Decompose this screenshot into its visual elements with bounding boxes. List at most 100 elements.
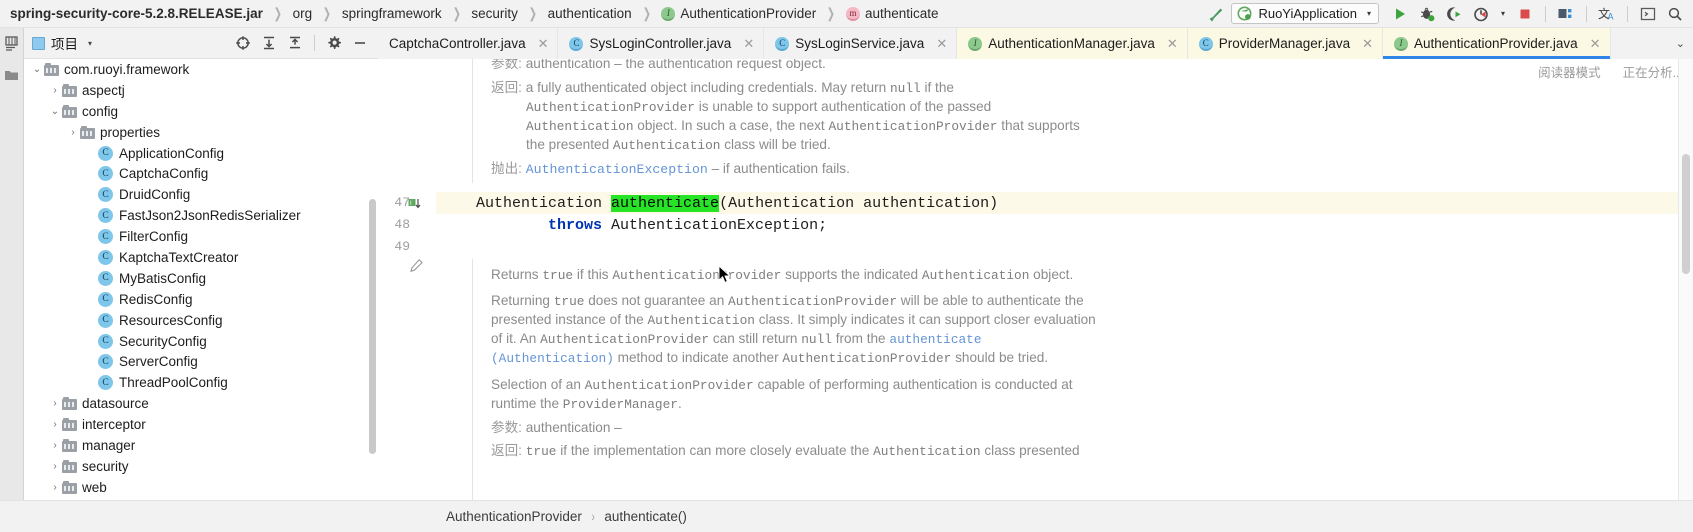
tab-sys-login-service[interactable]: C SysLoginService.java ✕: [764, 28, 958, 59]
editor-scrollbar-thumb[interactable]: [1682, 154, 1690, 274]
build-hammer-icon[interactable]: [1204, 3, 1228, 25]
tree-node-label: interceptor: [82, 417, 146, 433]
tree-node-redisconfig[interactable]: C RedisConfig: [24, 289, 378, 310]
tree-node-captchaconfig[interactable]: C CaptchaConfig: [24, 163, 378, 184]
close-icon[interactable]: ✕: [743, 36, 754, 52]
tree-node-fastjson2jsonredisserializer[interactable]: C FastJson2JsonRedisSerializer: [24, 205, 378, 226]
tree-node-threadpoolconfig[interactable]: C ThreadPoolConfig: [24, 372, 378, 393]
close-icon[interactable]: ✕: [1590, 36, 1601, 52]
class-icon: C: [98, 375, 113, 391]
run-with-coverage-icon[interactable]: [1442, 3, 1466, 25]
tree-node-label: ThreadPoolConfig: [119, 375, 228, 391]
breadcrumb-item-org[interactable]: org: [293, 6, 313, 21]
package-icon: [62, 418, 77, 432]
search-icon[interactable]: [1663, 3, 1687, 25]
breadcrumb-item-springframework[interactable]: springframework: [342, 6, 442, 21]
tree-node-config[interactable]: ⌄ config: [24, 101, 378, 122]
project-header-actions: [231, 32, 372, 54]
javadoc-throws-line: 抛出: AuthenticationException – if authent…: [491, 159, 850, 179]
run-icon[interactable]: [1388, 3, 1412, 25]
tree-node-label: KaptchaTextCreator: [119, 249, 239, 265]
terminal-icon[interactable]: [1636, 3, 1660, 25]
javadoc-text: AuthenticationProvider is unable to supp…: [526, 99, 992, 115]
breadcrumb-item-class[interactable]: I AuthenticationProvider: [661, 6, 816, 21]
close-icon[interactable]: ✕: [1167, 36, 1178, 52]
tab-provider-manager[interactable]: C ProviderManager.java ✕: [1187, 28, 1383, 59]
status-breadcrumb-method[interactable]: authenticate(): [604, 509, 687, 524]
debug-icon[interactable]: [1415, 3, 1439, 25]
status-breadcrumb-class[interactable]: AuthenticationProvider: [446, 509, 582, 524]
tab-sys-login-controller[interactable]: C SysLoginController.java ✕: [558, 28, 765, 59]
project-folder-icon[interactable]: [3, 66, 21, 84]
tree-node-datasource[interactable]: › datasource: [24, 393, 378, 414]
javadoc-link[interactable]: authenticate: [889, 332, 981, 347]
package-icon: [62, 83, 77, 97]
tree-node-interceptor[interactable]: › interceptor: [24, 414, 378, 435]
tree-node-properties[interactable]: › properties: [24, 122, 378, 143]
project-title[interactable]: 项目 ▾: [32, 33, 92, 53]
chevron-down-icon[interactable]: ⌄: [30, 64, 44, 75]
profiler-icon[interactable]: [1469, 3, 1493, 25]
tree-node-applicationconfig[interactable]: C ApplicationConfig: [24, 143, 378, 164]
breadcrumb-item-authentication[interactable]: authentication: [548, 6, 632, 21]
tree-scrollbar[interactable]: [369, 199, 376, 454]
tree-node-mybatisconfig[interactable]: C MyBatisConfig: [24, 268, 378, 289]
tree-node-web[interactable]: › web: [24, 477, 378, 498]
expand-all-icon[interactable]: [257, 32, 281, 54]
translate-icon[interactable]: 文A: [1595, 3, 1619, 25]
profiler-dropdown-icon[interactable]: ▾: [1496, 3, 1510, 25]
tab-authentication-provider[interactable]: I AuthenticationProvider.java ✕: [1382, 28, 1611, 59]
javadoc-label: 抛出:: [491, 161, 522, 176]
chevron-down-icon[interactable]: ⌄: [1668, 28, 1693, 59]
tree-node-securityconfig[interactable]: C SecurityConfig: [24, 331, 378, 352]
package-icon: [62, 480, 77, 494]
chevron-right-icon[interactable]: ›: [48, 419, 62, 430]
code-line-48[interactable]: throws AuthenticationException;: [476, 217, 827, 234]
package-icon: [44, 62, 59, 76]
stop-icon[interactable]: [1513, 3, 1537, 25]
reader-mode-label[interactable]: 阅读器模式: [1538, 62, 1601, 81]
editor-scrollbar[interactable]: [1679, 59, 1693, 500]
tree-node-kaptchatextcreator[interactable]: C KaptchaTextCreator: [24, 247, 378, 268]
tree-node-druidconfig[interactable]: C DruidConfig: [24, 184, 378, 205]
close-icon[interactable]: ✕: [936, 36, 947, 52]
tree-node-security[interactable]: › security: [24, 456, 378, 477]
tab-captcha-controller[interactable]: CaptchaController.java ✕: [378, 28, 559, 59]
locate-target-icon[interactable]: [231, 32, 255, 54]
gear-icon[interactable]: [322, 32, 346, 54]
breadcrumb-item-security[interactable]: security: [471, 6, 518, 21]
chevron-right-icon[interactable]: ›: [48, 482, 62, 493]
analyzing-label: 正在分析...: [1622, 66, 1683, 80]
breadcrumb-item-jar[interactable]: spring-security-core-5.2.8.RELEASE.jar: [10, 6, 263, 21]
chevron-right-icon[interactable]: ›: [48, 461, 62, 472]
chevron-down-icon[interactable]: ⌄: [48, 106, 62, 117]
tree-node-manager[interactable]: › manager: [24, 435, 378, 456]
close-icon[interactable]: ✕: [1362, 36, 1373, 52]
tree-node-label: com.ruoyi.framework: [64, 61, 190, 77]
tree-node-label: datasource: [82, 396, 149, 412]
chevron-right-icon[interactable]: ›: [48, 440, 62, 451]
tree-node-com-ruoyi-framework[interactable]: ⌄ com.ruoyi.framework: [24, 59, 378, 80]
doc-divider: [472, 259, 473, 500]
close-icon[interactable]: ✕: [538, 36, 549, 52]
tree-node-aspectj[interactable]: › aspectj: [24, 80, 378, 101]
chevron-right-icon[interactable]: ›: [66, 127, 80, 138]
breadcrumb-item-method[interactable]: m authenticate: [845, 6, 939, 21]
tab-authentication-manager[interactable]: I AuthenticationManager.java ✕: [957, 28, 1188, 59]
editor-content[interactable]: 参数: authentication – the authentication …: [436, 59, 1693, 500]
tab-label: SysLoginService.java: [795, 36, 925, 51]
edit-pencil-icon[interactable]: [410, 259, 423, 275]
implementing-method-icon[interactable]: I: [408, 197, 422, 215]
tree-node-filterconfig[interactable]: C FilterConfig: [24, 226, 378, 247]
tree-node-resourcesconfig[interactable]: C ResourcesConfig: [24, 310, 378, 331]
code-line-47[interactable]: Authentication authenticate(Authenticati…: [476, 195, 998, 212]
javadoc-link[interactable]: AuthenticationException: [526, 162, 708, 177]
collapse-all-icon[interactable]: [283, 32, 307, 54]
services-icon[interactable]: [1554, 3, 1578, 25]
minimize-icon[interactable]: [348, 32, 372, 54]
chevron-right-icon[interactable]: ›: [48, 85, 62, 96]
chevron-right-icon[interactable]: ›: [48, 398, 62, 409]
javadoc-link[interactable]: (Authentication): [491, 351, 614, 366]
tree-node-serverconfig[interactable]: C ServerConfig: [24, 351, 378, 372]
run-configuration-selector[interactable]: RuoYiApplication ▾: [1231, 3, 1379, 24]
